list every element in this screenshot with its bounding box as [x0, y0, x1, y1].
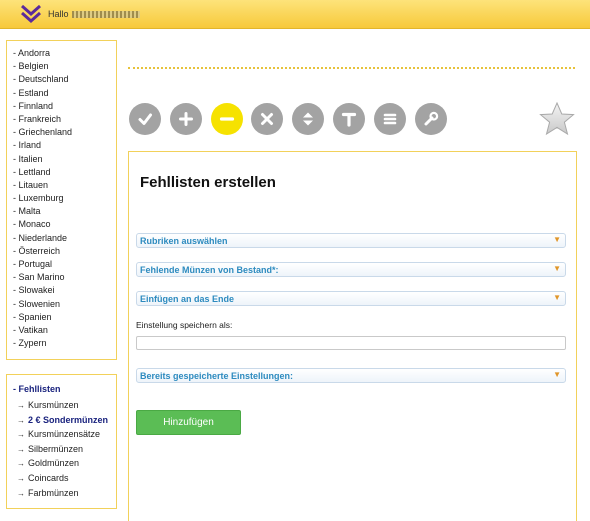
- close-button[interactable]: [251, 103, 284, 135]
- country-item[interactable]: - Malta: [13, 205, 116, 218]
- arrow-right-icon: →: [17, 401, 25, 410]
- arrow-right-icon: →: [17, 459, 25, 469]
- chevron-down-icon: ▼: [553, 235, 561, 244]
- list-button[interactable]: [373, 103, 406, 135]
- check-icon: [138, 113, 152, 125]
- sort-icon: [303, 112, 314, 126]
- country-item[interactable]: - Belgien: [13, 60, 116, 73]
- saved-settings-select-label: Bereits gespeicherte Einstellungen:: [140, 371, 294, 381]
- country-item[interactable]: - Deutschland: [13, 73, 116, 86]
- country-item[interactable]: - Slowakei: [13, 284, 116, 297]
- text-icon: [341, 112, 357, 127]
- category-item[interactable]: → Coincards: [17, 471, 116, 486]
- username-blurred: [71, 11, 140, 19]
- country-item[interactable]: - Monaco: [13, 218, 116, 231]
- dotted-divider: [128, 67, 575, 69]
- category-list: → Kursmünzen → 2 € Sondermünzen → Kursmünzens…: [17, 398, 116, 500]
- greeting-text: Hallo: [48, 9, 69, 19]
- category-label: Farbmünzen: [28, 487, 79, 498]
- double-chevron-down-icon[interactable]: [20, 4, 42, 24]
- country-item[interactable]: - Luxemburg: [13, 192, 116, 205]
- country-item[interactable]: - Zypern: [13, 337, 116, 350]
- country-item[interactable]: - Vatikan: [13, 324, 116, 337]
- country-item[interactable]: - Frankreich: [13, 113, 116, 126]
- country-list-panel: - Andorra - Belgien - Deutschland - Estland…: [6, 40, 117, 360]
- top-bar: Hallo: [0, 0, 590, 29]
- country-item[interactable]: - Litauen: [13, 179, 116, 192]
- wrench-icon: [424, 111, 438, 126]
- star-icon[interactable]: [539, 102, 575, 136]
- category-item[interactable]: → Goldmünzen: [17, 456, 116, 471]
- country-item[interactable]: - Andorra: [13, 47, 116, 60]
- minus-button[interactable]: [210, 103, 243, 135]
- chevron-down-icon: ▼: [553, 264, 561, 273]
- check-button[interactable]: [129, 103, 161, 135]
- plus-icon: [178, 112, 193, 126]
- fehlende-select-label: Fehlende Münzen von Bestand*:: [140, 265, 279, 275]
- country-item[interactable]: - Spanien: [13, 311, 116, 324]
- fehlende-select[interactable]: Fehlende Münzen von Bestand*: ▼: [136, 262, 566, 277]
- country-item[interactable]: - Österreich: [13, 245, 116, 258]
- category-label: Kursmünzensätze: [28, 429, 101, 440]
- country-item[interactable]: - Finnland: [13, 100, 116, 113]
- arrow-right-icon: →: [17, 488, 25, 498]
- country-item[interactable]: - Lettland: [13, 166, 116, 179]
- country-list: - Andorra - Belgien - Deutschland - Estland…: [13, 47, 116, 350]
- chevron-down-icon: ▼: [553, 293, 561, 302]
- close-icon: [261, 113, 274, 125]
- fehllisten-heading[interactable]: - Fehllisten: [13, 382, 116, 396]
- country-item[interactable]: - San Marino: [13, 271, 116, 284]
- country-item[interactable]: - Estland: [13, 87, 116, 100]
- plus-button[interactable]: [169, 103, 202, 135]
- category-label: Coincards: [28, 472, 69, 483]
- saved-settings-select[interactable]: Bereits gespeicherte Einstellungen: ▼: [136, 368, 566, 383]
- wrench-button[interactable]: [414, 103, 447, 135]
- save-setting-label: Einstellung speichern als:: [136, 320, 233, 330]
- category-item[interactable]: → Silbermünzen: [17, 442, 116, 457]
- country-item[interactable]: - Niederlande: [13, 232, 116, 245]
- category-label: 2 € Sondermünzen: [28, 414, 109, 425]
- category-label: Silbermünzen: [28, 443, 84, 454]
- country-item[interactable]: - Portugal: [13, 258, 116, 271]
- category-item[interactable]: → Farbmünzen: [17, 486, 116, 501]
- category-label: Goldmünzen: [28, 458, 80, 469]
- category-item[interactable]: → Kursmünzen: [17, 398, 116, 413]
- country-item[interactable]: - Irland: [13, 139, 116, 152]
- rubriken-select-label: Rubriken auswählen: [140, 236, 228, 246]
- rubriken-select[interactable]: Rubriken auswählen ▼: [136, 233, 566, 248]
- save-setting-input[interactable]: [136, 336, 566, 350]
- arrow-right-icon: →: [17, 473, 25, 483]
- minus-icon: [219, 117, 234, 121]
- country-item[interactable]: - Slowenien: [13, 298, 116, 311]
- arrow-right-icon: →: [17, 430, 25, 440]
- user-greeting: Hallo: [48, 9, 140, 19]
- add-button[interactable]: Hinzufügen: [136, 410, 241, 435]
- form-panel: Fehllisten erstellen Rubriken auswählen …: [128, 151, 577, 521]
- arrow-right-icon: →: [17, 415, 25, 425]
- page-title: Fehllisten erstellen: [140, 174, 276, 191]
- country-item[interactable]: - Griechenland: [13, 126, 116, 139]
- arrow-right-icon: →: [17, 444, 25, 454]
- einfuegen-select-label: Einfügen an das Ende: [140, 294, 235, 304]
- einfuegen-select[interactable]: Einfügen an das Ende ▼: [136, 291, 566, 306]
- category-list-panel: - Fehllisten → Kursmünzen → 2 € Sondermünze…: [6, 374, 117, 509]
- category-item[interactable]: → Kursmünzensätze: [17, 427, 116, 442]
- text-button[interactable]: [333, 103, 365, 135]
- list-icon: [383, 113, 397, 125]
- category-label: Kursmünzen: [28, 400, 79, 410]
- chevron-down-icon: ▼: [553, 370, 561, 379]
- category-item[interactable]: → 2 € Sondermünzen: [17, 413, 116, 428]
- sort-button[interactable]: [292, 103, 325, 135]
- country-item[interactable]: - Italien: [13, 153, 116, 166]
